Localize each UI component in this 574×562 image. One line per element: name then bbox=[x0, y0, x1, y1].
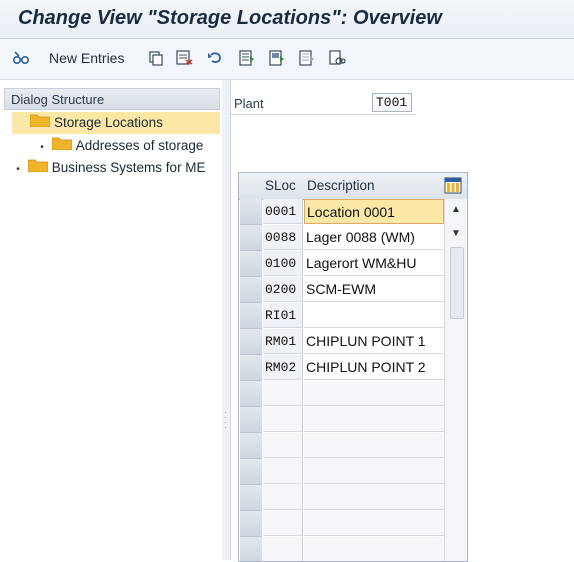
sloc-cell bbox=[263, 459, 303, 484]
sloc-cell: RI01 bbox=[263, 303, 303, 328]
delete-icon[interactable] bbox=[176, 49, 194, 67]
plant-label: Plant bbox=[234, 96, 264, 111]
row-selector[interactable] bbox=[240, 433, 262, 459]
row-selector[interactable] bbox=[240, 459, 262, 485]
sloc-cell: RM01 bbox=[263, 329, 303, 354]
table-row[interactable]: 0088 Lager 0088 (WM) bbox=[239, 225, 444, 251]
bullet-icon: • bbox=[16, 164, 20, 175]
table-row[interactable]: 0200 SCM-EWM bbox=[239, 277, 444, 303]
tree-item-business-systems[interactable]: • Business Systems for ME bbox=[12, 157, 220, 179]
table-row[interactable] bbox=[239, 433, 444, 459]
table-row[interactable] bbox=[239, 381, 444, 407]
expand-arrow-icon[interactable]: ▼ bbox=[12, 112, 14, 134]
folder-icon bbox=[51, 135, 73, 157]
table-settings-icon[interactable] bbox=[444, 177, 462, 194]
sloc-cell bbox=[263, 537, 303, 561]
table-vertical-scrollbar[interactable]: ▲ ▼ bbox=[444, 199, 467, 561]
page-title: Change View "Storage Locations": Overvie… bbox=[18, 7, 442, 29]
row-selector[interactable] bbox=[240, 303, 262, 329]
copy-icon[interactable] bbox=[147, 49, 165, 67]
title-bar: Change View "Storage Locations": Overvie… bbox=[0, 0, 574, 39]
table-row[interactable]: RI01 bbox=[239, 303, 444, 329]
description-input[interactable]: SCM-EWM bbox=[304, 277, 444, 302]
row-selector[interactable] bbox=[240, 485, 262, 511]
sloc-cell: RM02 bbox=[263, 355, 303, 380]
table-row[interactable] bbox=[239, 485, 444, 511]
application-toolbar: New Entries bbox=[0, 39, 574, 80]
sloc-cell bbox=[263, 485, 303, 510]
description-input[interactable]: CHIPLUN POINT 1 bbox=[304, 329, 444, 354]
sloc-cell: 0200 bbox=[263, 277, 303, 302]
new-entries-button[interactable]: New Entries bbox=[49, 50, 124, 66]
deselect-all-icon[interactable] bbox=[298, 49, 316, 67]
undo-icon[interactable] bbox=[206, 49, 224, 67]
sloc-cell bbox=[263, 511, 303, 536]
scroll-thumb[interactable] bbox=[450, 247, 464, 319]
table-row[interactable] bbox=[239, 407, 444, 433]
folder-icon bbox=[29, 112, 51, 134]
scroll-down-icon[interactable]: ▼ bbox=[450, 229, 462, 239]
glasses-edit-icon[interactable] bbox=[12, 49, 30, 67]
table-row[interactable] bbox=[239, 537, 444, 561]
plant-field[interactable]: T001 bbox=[372, 93, 412, 112]
row-selector[interactable] bbox=[240, 511, 262, 537]
dialog-structure-header: Dialog Structure bbox=[4, 88, 220, 110]
scroll-up-icon[interactable]: ▲ bbox=[450, 205, 462, 215]
description-input[interactable]: Lager 0088 (WM) bbox=[304, 225, 444, 250]
row-selector[interactable] bbox=[240, 199, 262, 225]
description-input[interactable] bbox=[304, 511, 444, 536]
splitter-grip-icon: · · · · bbox=[224, 407, 227, 432]
description-input[interactable] bbox=[304, 537, 444, 561]
description-input[interactable] bbox=[304, 303, 444, 328]
row-selector[interactable] bbox=[240, 251, 262, 277]
table-row[interactable]: 0100 Lagerort WM&HU bbox=[239, 251, 444, 277]
table-row[interactable]: RM01 CHIPLUN POINT 1 bbox=[239, 329, 444, 355]
row-selector[interactable] bbox=[240, 407, 262, 433]
panel-splitter[interactable]: · · · · bbox=[222, 80, 231, 560]
row-selector[interactable] bbox=[240, 277, 262, 303]
row-selector[interactable] bbox=[240, 537, 262, 561]
table-row[interactable] bbox=[239, 459, 444, 485]
plant-divider bbox=[230, 114, 416, 115]
select-all-icon[interactable] bbox=[238, 49, 256, 67]
description-input[interactable] bbox=[304, 381, 444, 406]
tree-item-label: Business Systems for ME bbox=[51, 160, 206, 175]
row-selector[interactable] bbox=[240, 355, 262, 381]
sloc-cell bbox=[263, 433, 303, 458]
tree-item-label: Addresses of storage bbox=[75, 138, 204, 153]
select-block-icon[interactable] bbox=[268, 49, 286, 67]
bullet-icon: • bbox=[40, 142, 44, 153]
row-selector[interactable] bbox=[240, 381, 262, 407]
description-input[interactable]: Lagerort WM&HU bbox=[304, 251, 444, 276]
sloc-cell bbox=[263, 381, 303, 406]
table-row[interactable] bbox=[239, 511, 444, 537]
description-input[interactable]: CHIPLUN POINT 2 bbox=[304, 355, 444, 380]
tree-item-label: Storage Locations bbox=[54, 115, 163, 130]
table-row[interactable]: RM02 CHIPLUN POINT 2 bbox=[239, 355, 444, 381]
description-input[interactable] bbox=[304, 485, 444, 510]
folder-icon bbox=[27, 157, 49, 179]
table-header: SLoc Description bbox=[239, 173, 467, 200]
sloc-cell bbox=[263, 407, 303, 432]
storage-locations-table: SLoc Description 0001 Location 0001 0088 La… bbox=[238, 172, 468, 562]
print-icon[interactable] bbox=[328, 49, 346, 67]
description-input[interactable]: Location 0001 bbox=[304, 199, 444, 224]
row-selector[interactable] bbox=[240, 329, 262, 355]
column-header-sloc[interactable]: SLoc bbox=[265, 178, 296, 193]
sloc-cell: 0100 bbox=[263, 251, 303, 276]
description-input[interactable] bbox=[304, 433, 444, 458]
column-header-description[interactable]: Description bbox=[307, 178, 375, 193]
sloc-cell: 0088 bbox=[263, 225, 303, 250]
row-selector[interactable] bbox=[240, 225, 262, 251]
tree-item-addresses[interactable]: • Addresses of storage bbox=[36, 135, 220, 157]
description-input[interactable] bbox=[304, 459, 444, 484]
tree-item-storage-locations[interactable]: ▼ Storage Locations bbox=[12, 112, 220, 134]
table-row[interactable]: 0001 Location 0001 bbox=[239, 199, 444, 225]
dialog-structure-panel: Dialog Structure ▼ Storage Locations • A… bbox=[0, 80, 223, 560]
description-input[interactable] bbox=[304, 407, 444, 432]
sloc-cell: 0001 bbox=[263, 199, 303, 224]
